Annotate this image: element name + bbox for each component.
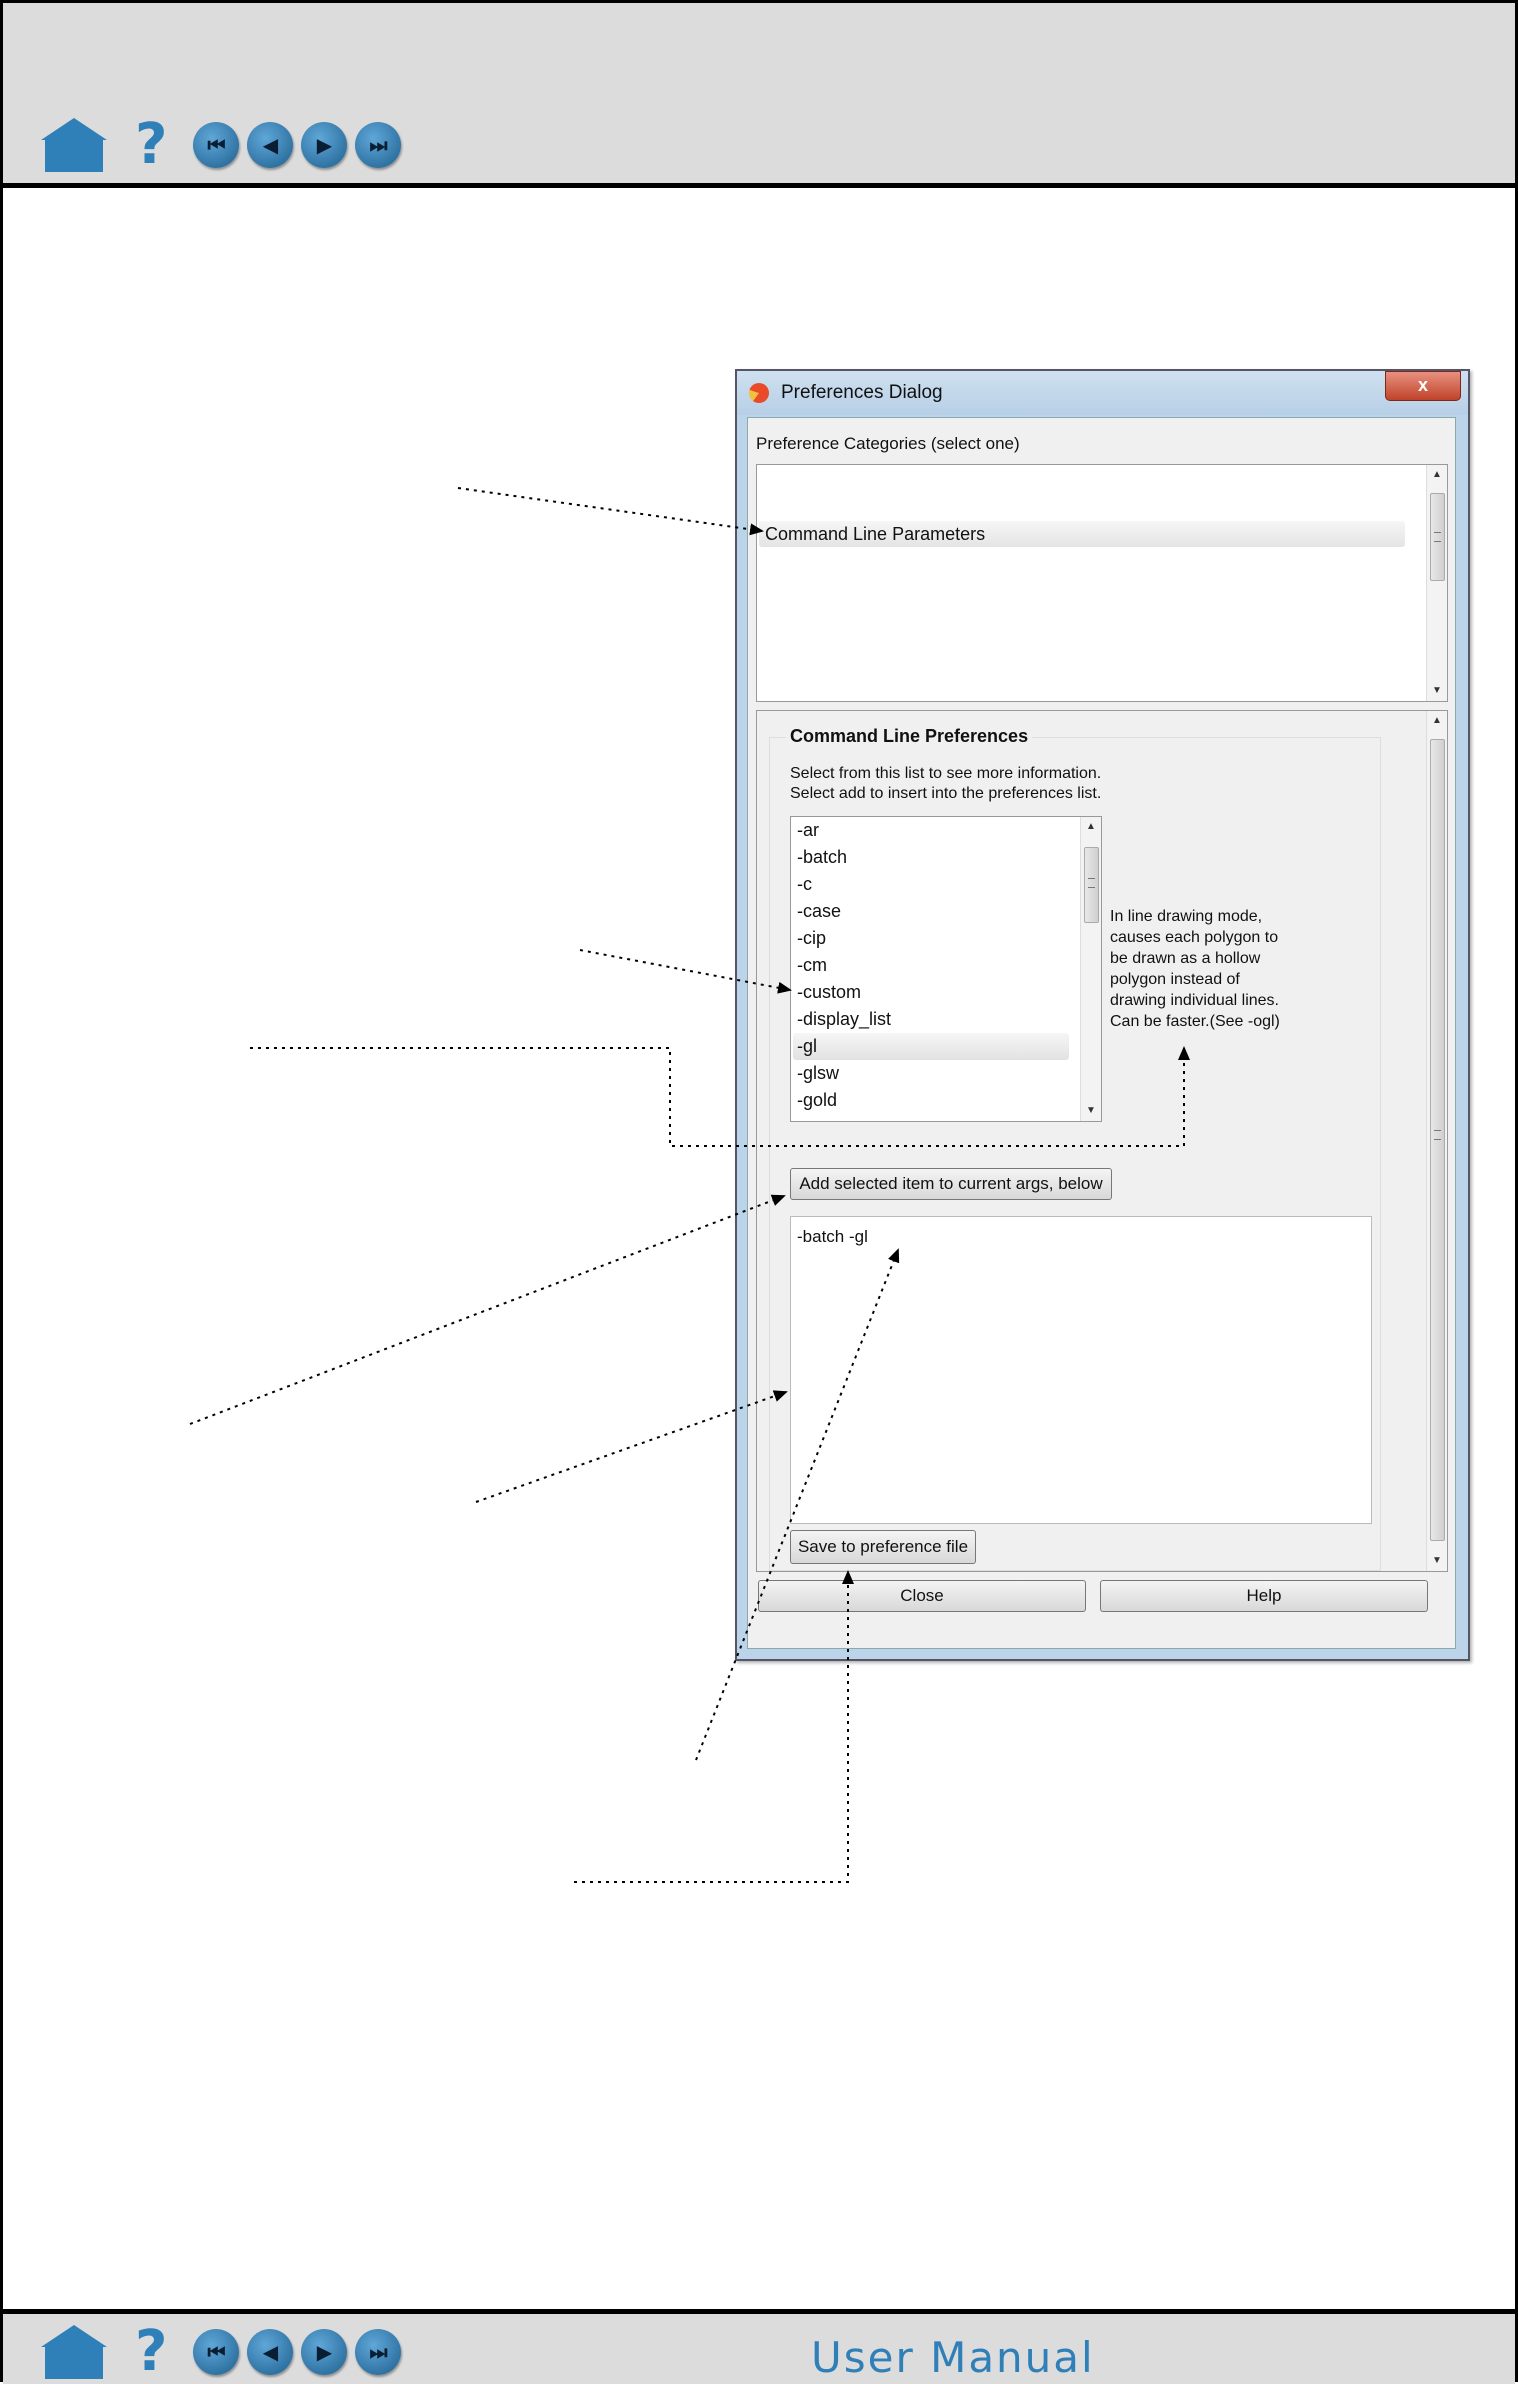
description-line: Can be faster.(See -ogl) (1110, 1013, 1280, 1030)
preferences-panel: Command Line Preferences Select from thi… (756, 710, 1448, 1572)
hint-text: Select from this list to see more inform… (790, 764, 1101, 804)
next-page-icon[interactable]: ▶ (301, 2329, 348, 2375)
list-item[interactable]: -glsw (797, 1060, 839, 1087)
last-page-icon[interactable]: ⏭ (355, 2329, 402, 2375)
nav-buttons-bottom: ? ⏮ ◀ ▶ ⏭ (41, 2324, 402, 2380)
list-item[interactable]: -ar (797, 817, 819, 844)
categories-scrollbar[interactable]: ▲ ▼ (1426, 465, 1447, 701)
preferences-dialog: Preferences Dialog x Preference Categori… (735, 369, 1470, 1661)
save-preference-button[interactable]: Save to preference file (790, 1530, 976, 1564)
home-icon[interactable] (41, 118, 107, 172)
close-button[interactable]: Close (758, 1580, 1086, 1612)
first-page-icon[interactable]: ⏮ (193, 2329, 240, 2375)
command-line-group: Command Line Preferences Select from thi… (769, 726, 1381, 1571)
app-logo-icon (749, 383, 769, 403)
scroll-up-icon[interactable]: ▲ (1427, 465, 1447, 485)
current-args-field[interactable]: -batch -gl (790, 1216, 1372, 1524)
list-item[interactable]: -gold (797, 1087, 837, 1114)
first-page-icon[interactable]: ⏮ (193, 122, 240, 168)
panel-scrollbar[interactable]: ▲ ▼ (1426, 711, 1447, 1571)
list-item[interactable]: -cip (797, 925, 826, 952)
bottom-toolbar: ? ⏮ ◀ ▶ ⏭ (3, 2309, 1515, 2384)
dialog-content: Preference Categories (select one) Comma… (747, 417, 1456, 1649)
scroll-thumb[interactable] (1084, 847, 1099, 923)
scroll-down-icon[interactable]: ▼ (1081, 1101, 1101, 1121)
description-line: drawing individual lines. (1110, 992, 1279, 1009)
dialog-title: Preferences Dialog (781, 382, 943, 403)
page-frame: ? ⏮ ◀ ▶ ⏭ Preferences Dialog x Preferenc… (0, 0, 1518, 2384)
option-description: In line drawing mode, causes each polygo… (1110, 906, 1310, 1032)
scroll-down-icon[interactable]: ▼ (1427, 1551, 1447, 1571)
help-icon[interactable]: ? (135, 117, 167, 173)
previous-page-icon[interactable]: ◀ (247, 2329, 294, 2375)
home-icon[interactable] (41, 2325, 107, 2379)
scroll-down-icon[interactable]: ▼ (1427, 681, 1447, 701)
list-item[interactable]: -cm (797, 952, 827, 979)
categories-list[interactable]: Command Line Parameters ▲ ▼ (756, 464, 1448, 702)
scroll-up-icon[interactable]: ▲ (1081, 817, 1101, 837)
scroll-up-icon[interactable]: ▲ (1427, 711, 1447, 731)
options-list[interactable]: -ar -batch -c -case -cip -cm -custom -di… (790, 816, 1102, 1122)
hint-line-2: Select add to insert into the preference… (790, 785, 1102, 802)
list-item[interactable]: -c (797, 871, 812, 898)
help-icon[interactable]: ? (135, 2324, 167, 2380)
add-selected-button[interactable]: Add selected item to current args, below (790, 1168, 1112, 1200)
manual-title: User Manual (811, 2333, 1095, 2382)
nav-buttons-top: ? ⏮ ◀ ▶ ⏭ (41, 117, 402, 173)
category-item-command-line[interactable]: Command Line Parameters (759, 521, 1405, 547)
list-item[interactable]: -custom (797, 979, 861, 1006)
list-item[interactable]: -display_list (797, 1006, 891, 1033)
next-page-icon[interactable]: ▶ (301, 122, 348, 168)
scroll-thumb[interactable] (1430, 493, 1445, 581)
list-item[interactable]: -case (797, 898, 841, 925)
dialog-titlebar: Preferences Dialog x (737, 371, 1468, 415)
window-close-button[interactable]: x (1385, 371, 1461, 401)
current-args-text: -batch -gl (797, 1227, 868, 1246)
description-line: causes each polygon to (1110, 929, 1279, 946)
group-title: Command Line Preferences (786, 726, 1033, 747)
previous-page-icon[interactable]: ◀ (247, 122, 294, 168)
help-button[interactable]: Help (1100, 1580, 1428, 1612)
categories-label: Preference Categories (select one) (756, 434, 1020, 453)
description-line: polygon instead of (1110, 971, 1240, 988)
list-item[interactable]: -batch (797, 844, 847, 871)
description-line: be drawn as a hollow (1110, 950, 1261, 967)
top-toolbar: ? ⏮ ◀ ▶ ⏭ (3, 3, 1515, 188)
options-scrollbar[interactable]: ▲ ▼ (1080, 817, 1101, 1121)
hint-line-1: Select from this list to see more inform… (790, 765, 1102, 782)
scroll-thumb[interactable] (1430, 739, 1445, 1541)
description-line: In line drawing mode, (1110, 908, 1263, 925)
last-page-icon[interactable]: ⏭ (355, 122, 402, 168)
list-item-selected[interactable]: -gl (793, 1033, 1069, 1060)
